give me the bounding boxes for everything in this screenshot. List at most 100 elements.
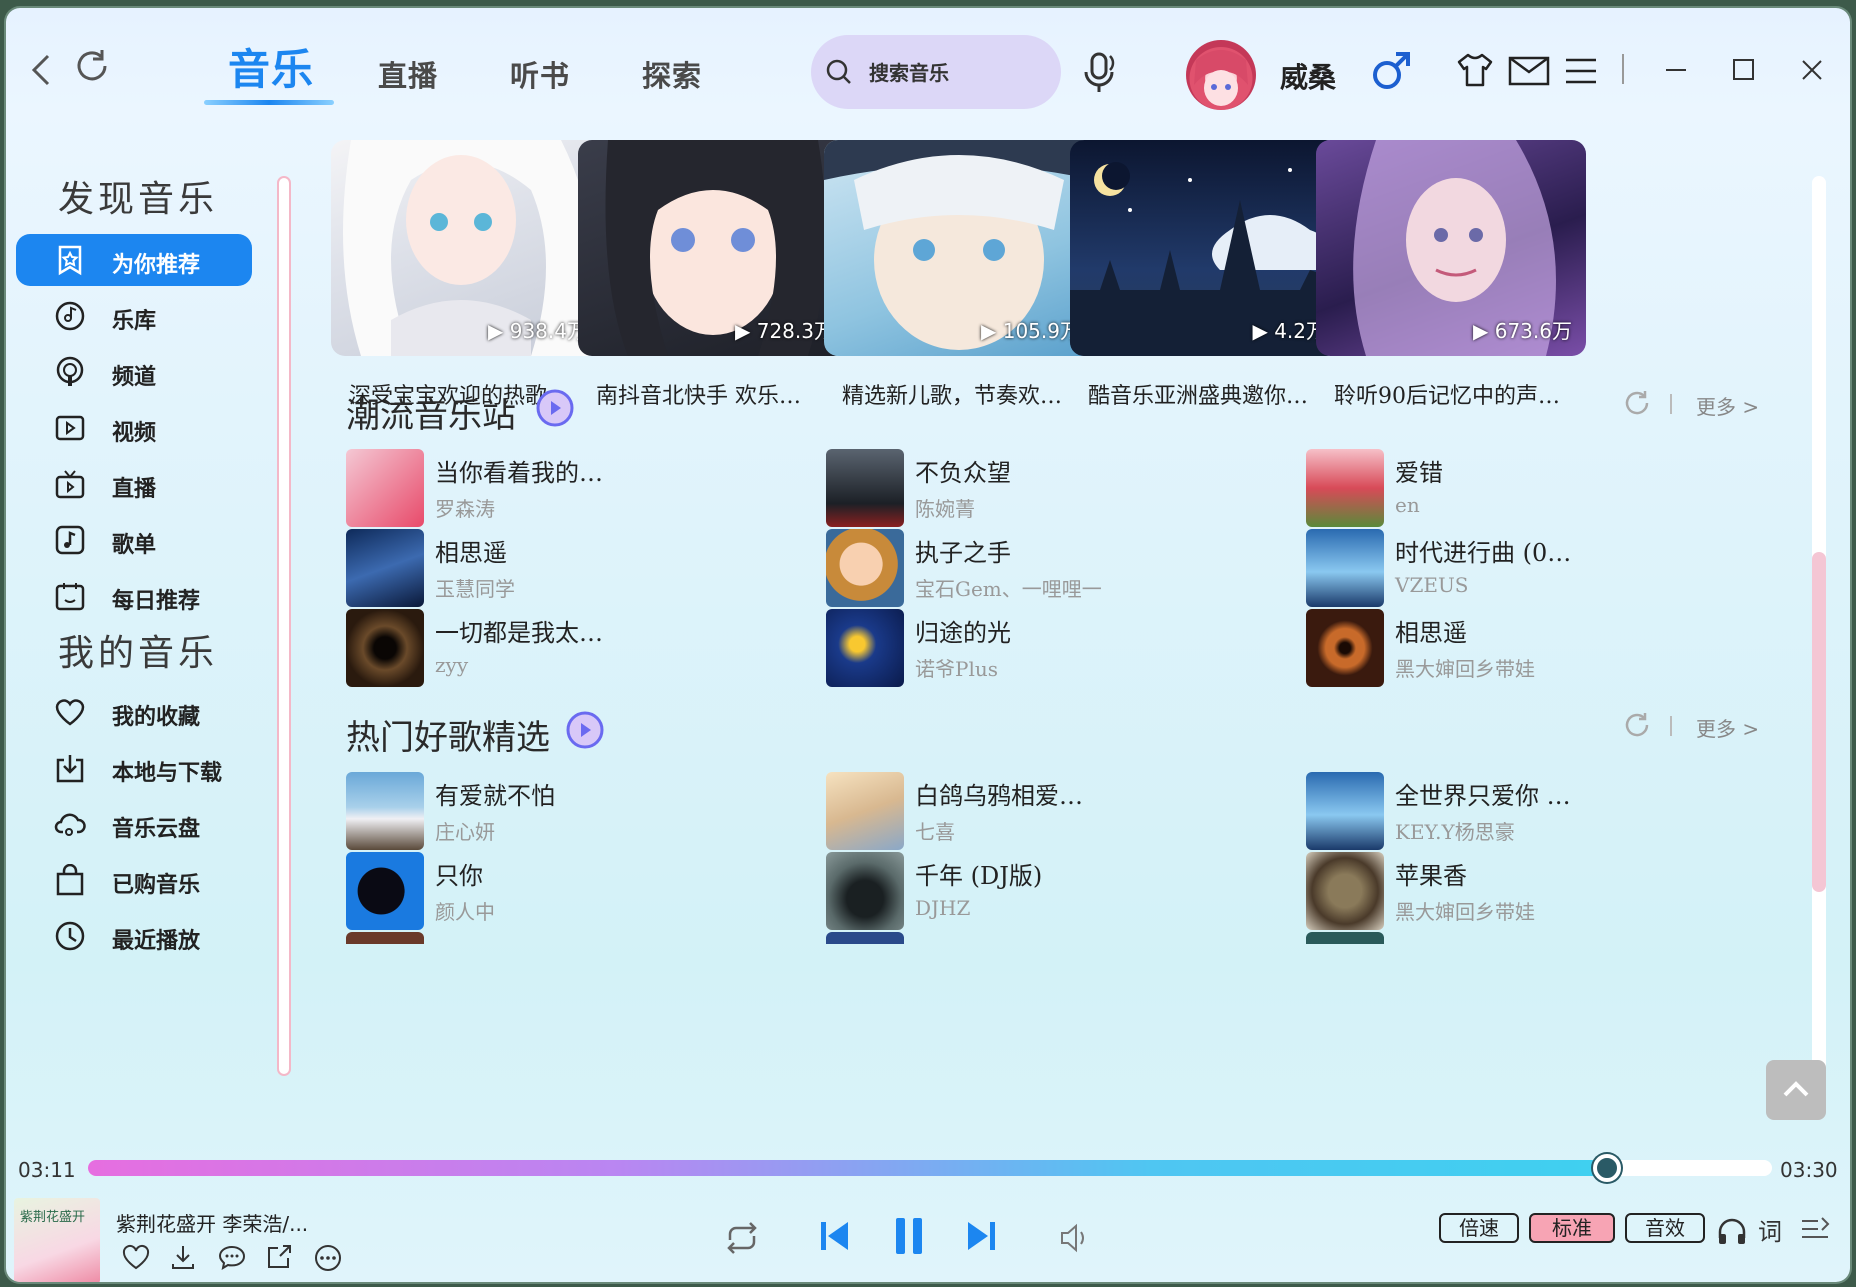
sidebar-item-purchased[interactable]: 已购音乐 — [16, 854, 252, 906]
username[interactable]: 威桑 — [1280, 56, 1336, 96]
song-name[interactable]: 苹果香 — [1395, 856, 1467, 891]
comment-icon[interactable] — [218, 1244, 246, 1270]
volume-icon[interactable] — [1056, 1220, 1092, 1256]
tab-live[interactable]: 直播 — [378, 53, 438, 95]
playlist-queue-icon[interactable] — [1800, 1216, 1830, 1244]
playlist-title[interactable]: 酷音乐亚洲盛典邀你… — [1088, 378, 1338, 410]
section-title[interactable]: 热门好歌精选 — [346, 710, 604, 759]
mail-icon[interactable] — [1508, 56, 1550, 86]
song-artist[interactable]: 颜人中 — [435, 896, 495, 925]
playlist-card[interactable]: ▶ 938.4万 深受宝宝欢迎的热歌 — [331, 140, 601, 409]
menu-icon[interactable] — [1564, 56, 1598, 86]
sidebar-item-local-download[interactable]: 本地与下载 — [16, 742, 252, 794]
song-item[interactable]: 苹果香 黑大婶回乡带娃 — [1306, 852, 1706, 932]
song-artist[interactable]: 七喜 — [915, 816, 955, 845]
avatar[interactable] — [1186, 40, 1256, 110]
more-link[interactable]: 更多 > — [1696, 391, 1759, 420]
next-icon[interactable] — [964, 1218, 998, 1254]
playlist-title[interactable]: 聆听90后记忆中的声… — [1334, 378, 1584, 410]
now-playing-cover[interactable]: 紫荆花盛开 — [14, 1198, 100, 1282]
playlist-card[interactable]: ▶ 4.2万 酷音乐亚洲盛典邀你… — [1070, 140, 1340, 409]
skin-shirt-icon[interactable] — [1456, 52, 1494, 88]
playlist-cover[interactable]: ▶ 938.4万 — [331, 140, 601, 356]
song-name[interactable]: 相思遥 — [435, 533, 507, 568]
tab-audiobook[interactable]: 听书 — [510, 53, 570, 95]
sidebar-item-recommend[interactable]: 为你推荐 — [16, 234, 252, 286]
song-name[interactable]: 一切都是我太… — [435, 613, 603, 648]
song-artist[interactable]: DJHZ — [915, 896, 970, 920]
search-box[interactable]: 搜索音乐 — [811, 35, 1061, 109]
song-name[interactable]: 白鸽乌鸦相爱… — [915, 776, 1083, 811]
song-item[interactable]: 时代进行曲 (0… VZEUS — [1306, 529, 1706, 609]
song-artist[interactable]: 罗森涛 — [435, 493, 495, 522]
sidebar-item-library[interactable]: 乐库 — [16, 290, 252, 342]
song-item[interactable]: 千年 (DJ版) DJHZ — [826, 852, 1226, 932]
playlist-title[interactable]: 精选新儿歌，节奏欢… — [842, 378, 1092, 410]
song-name[interactable]: 不负众望 — [915, 453, 1011, 488]
song-artist[interactable]: 黑大婶回乡带娃 — [1395, 653, 1535, 682]
more-icon[interactable] — [314, 1244, 342, 1272]
playlist-cover[interactable]: ▶ 105.9万 — [824, 140, 1094, 356]
song-name[interactable]: 归途的光 — [915, 613, 1011, 648]
voice-search-icon[interactable] — [1080, 48, 1120, 96]
song-name[interactable]: 有爱就不怕 — [435, 776, 555, 811]
song-item[interactable]: 归途的光 诺爷Plus — [826, 609, 1226, 689]
sidebar-item-playlist[interactable]: 歌单 — [16, 514, 252, 566]
playlist-cover[interactable]: ▶ 728.3万 — [578, 140, 848, 356]
song-name[interactable]: 只你 — [435, 856, 483, 891]
sidebar-item-cloud[interactable]: 音乐云盘 — [16, 798, 252, 850]
quality-button[interactable]: 标准 — [1529, 1213, 1615, 1243]
search-input[interactable]: 搜索音乐 — [869, 57, 949, 86]
song-artist[interactable]: 宝石Gem、一哩哩一 — [915, 573, 1102, 602]
refresh-icon[interactable] — [1622, 388, 1652, 418]
section-title[interactable]: 潮流音乐站 — [346, 388, 574, 437]
sound-effect-button[interactable]: 音效 — [1625, 1213, 1705, 1243]
headphones-icon[interactable] — [1716, 1216, 1748, 1246]
playlist-card[interactable]: ▶ 105.9万 精选新儿歌，节奏欢… — [824, 140, 1094, 409]
speed-button[interactable]: 倍速 — [1439, 1213, 1519, 1243]
song-item[interactable]: 全世界只爱你 … KEY.Y杨思豪 — [1306, 772, 1706, 852]
progress-knob[interactable] — [1592, 1154, 1621, 1182]
back-to-top-button[interactable] — [1766, 1060, 1826, 1120]
sidebar-item-daily[interactable]: 每日推荐 — [16, 570, 252, 622]
tab-explore[interactable]: 探索 — [642, 53, 702, 95]
sidebar-item-recent[interactable]: 最近播放 — [16, 910, 252, 962]
maximize-icon[interactable] — [1732, 58, 1756, 82]
share-icon[interactable] — [266, 1244, 292, 1270]
now-playing-title[interactable]: 紫荆花盛开 李荣浩/... — [116, 1208, 308, 1237]
song-name[interactable]: 执子之手 — [915, 533, 1011, 568]
sidebar-item-video[interactable]: 视频 — [16, 402, 252, 454]
repeat-icon[interactable] — [722, 1220, 762, 1256]
playlist-title[interactable]: 南抖音北快手 欢乐… — [596, 378, 846, 410]
song-name[interactable]: 相思遥 — [1395, 613, 1467, 648]
close-icon[interactable] — [1800, 58, 1824, 82]
song-item[interactable]: 相思遥 玉慧同学 — [346, 529, 746, 609]
song-name[interactable]: 爱错 — [1395, 453, 1443, 488]
song-item[interactable]: 只你 颜人中 — [346, 852, 746, 932]
song-artist[interactable]: 黑大婶回乡带娃 — [1395, 896, 1535, 925]
song-item[interactable]: 执子之手 宝石Gem、一哩哩一 — [826, 529, 1226, 609]
song-artist[interactable]: 庄心妍 — [435, 816, 495, 845]
song-name[interactable]: 全世界只爱你 … — [1395, 776, 1571, 811]
previous-icon[interactable] — [818, 1218, 852, 1254]
song-artist[interactable]: 陈婉菁 — [915, 493, 975, 522]
song-artist[interactable]: KEY.Y杨思豪 — [1395, 816, 1515, 845]
progress-bar[interactable] — [88, 1154, 1772, 1182]
song-item[interactable]: 不负众望 陈婉菁 — [826, 449, 1226, 529]
sidebar-scrollbar[interactable] — [277, 176, 291, 1076]
lyrics-button[interactable]: 词 — [1758, 1212, 1782, 1247]
playlist-card[interactable]: ▶ 728.3万 南抖音北快手 欢乐… — [578, 140, 848, 409]
song-artist[interactable]: zyy — [435, 653, 468, 677]
back-icon[interactable] — [26, 50, 56, 90]
song-item[interactable]: 有爱就不怕 庄心妍 — [346, 772, 746, 852]
song-name[interactable]: 时代进行曲 (0… — [1395, 533, 1571, 568]
more-link[interactable]: 更多 > — [1696, 713, 1759, 742]
song-name[interactable]: 千年 (DJ版) — [915, 856, 1042, 891]
song-artist[interactable]: en — [1395, 493, 1420, 517]
refresh-icon[interactable] — [72, 46, 112, 86]
song-item[interactable]: 一切都是我太… zyy — [346, 609, 746, 689]
pause-icon[interactable] — [892, 1214, 926, 1258]
song-artist[interactable]: VZEUS — [1395, 573, 1469, 597]
playlist-cover[interactable]: ▶ 4.2万 — [1070, 140, 1340, 356]
sidebar-item-favorites[interactable]: 我的收藏 — [16, 686, 252, 738]
